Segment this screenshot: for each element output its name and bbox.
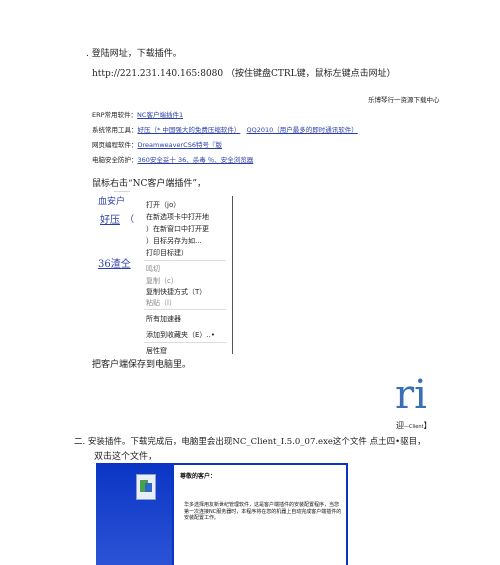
resource-download-panel: 乐博琴行一资源下载中心 ERP常用软件：NC客户端插件1 系统常用工具：好压（*… — [88, 86, 448, 171]
menu-item-add-favorites[interactable]: 添加到收藏夹（E）..• — [146, 330, 215, 340]
menu-item-open-new-window[interactable]: ）在新窗口中打开更 — [146, 224, 209, 234]
security-360-link[interactable]: 360安全妥十 36、杀毒 ％、安全浏览器 — [138, 156, 254, 164]
context-menu: 打开（jo） 在新选项卡中打开地 ）在新窗口中打开更 ）目标另存为如... 打印… — [140, 196, 233, 356]
row-label: 电脑安全防护： — [92, 156, 138, 164]
resource-row-erp: ERP常用软件：NC客户端插件1 — [92, 109, 183, 119]
client-line: 迎—Client】 — [396, 420, 431, 431]
installer-body-text: 华多选择用友新世纪管理软件，这是客户端插件的安装配置程序，当您第一次连接NC服务… — [184, 502, 342, 521]
client-bracket: 】 — [423, 421, 432, 430]
menu-separator — [144, 342, 226, 343]
ri-mark: ri — [395, 372, 427, 418]
qq2010-link[interactable]: QQ2010（用户最多的即时通讯软件） — [247, 126, 358, 134]
menu-item-open-new-tab[interactable]: 在新选项卡中打开地 — [146, 212, 209, 222]
fragment-link-360[interactable]: 36渣仝 — [98, 255, 131, 270]
haozip-link[interactable]: 好压（* 中国强大的免费压缩软件） — [138, 126, 241, 134]
installer-side-banner — [96, 463, 172, 565]
menu-item-paste[interactable]: 粘贴（l） — [146, 298, 176, 308]
menu-item-save-target-as[interactable]: ）目标另存为如... — [146, 236, 202, 246]
installer-title: 尊敬的客户： — [180, 473, 217, 480]
step2-line1: 二. 安装插件。下载完成后，电脑里会出现NC_Client_I.5.0_07.e… — [74, 437, 426, 447]
menu-item-copy-shortcut[interactable]: 复制快捷方式（T） — [146, 287, 206, 297]
menu-item-print-target[interactable]: 打印目标建） — [146, 248, 188, 258]
dreamweaver-link[interactable]: DreamweaverCS6特号『版 — [138, 141, 222, 149]
row-label: 系统常用工具： — [92, 126, 138, 134]
nc-client-plugin-link[interactable]: NC客户端插件1 — [137, 111, 183, 119]
step1-heading: . 登陆网址，下载插件。 — [86, 49, 182, 59]
row-label: 网页编程软件： — [92, 141, 138, 149]
menu-separator — [144, 260, 226, 261]
installer-package-icon — [136, 474, 156, 500]
installer-window: 尊敬的客户： 华多选择用友新世纪管理软件，这是客户端插件的安装配置程序，当您第一… — [96, 463, 348, 565]
save-note: 把客户端保存到电脑里。 — [92, 360, 192, 370]
menu-item-copy[interactable]: 复制（c） — [146, 276, 178, 286]
fragment-dots: …‥… — [114, 187, 131, 194]
menu-item-accelerators[interactable]: 所有加速器 — [146, 314, 181, 324]
resource-row-tools: 系统常用工具：好压（* 中国强大的免费压缩软件） QQ2010（用户最多的即时通… — [92, 124, 358, 134]
menu-item-open[interactable]: 打开（jo） — [146, 200, 180, 210]
url-instruction: http://221.231.140.165:8080 （按住键盘CTRL键，鼠… — [92, 69, 396, 79]
fragment-paren: （ — [125, 215, 135, 225]
right-click-note: 鼠标右击“NC客户端插件”， — [92, 179, 206, 189]
fragment-link-haozip[interactable]: 好压 — [100, 211, 120, 226]
step2-line2: 双击这个文件， — [94, 452, 158, 462]
client-prefix: 迎 — [396, 421, 404, 430]
fragment-text-1: 血安户 — [98, 197, 126, 207]
resource-row-security: 电脑安全防护：360安全妥十 36、杀毒 ％、安全浏览器 — [92, 154, 253, 164]
menu-item-cut[interactable]: 鸣切 — [146, 264, 160, 274]
installer-content-panel: 尊敬的客户： 华多选择用友新世纪管理软件，这是客户端插件的安装配置程序，当您第一… — [174, 465, 346, 565]
menu-item-properties[interactable]: 居性窟 — [146, 346, 167, 356]
row-label: ERP常用软件： — [92, 111, 138, 119]
menu-separator — [144, 309, 226, 310]
download-center-title: 乐博琴行一资源下载中心 — [368, 96, 440, 104]
client-suffix: —Client — [404, 424, 424, 430]
resource-row-web: 网页编程软件：DreamweaverCS6特号『版 — [92, 139, 222, 149]
